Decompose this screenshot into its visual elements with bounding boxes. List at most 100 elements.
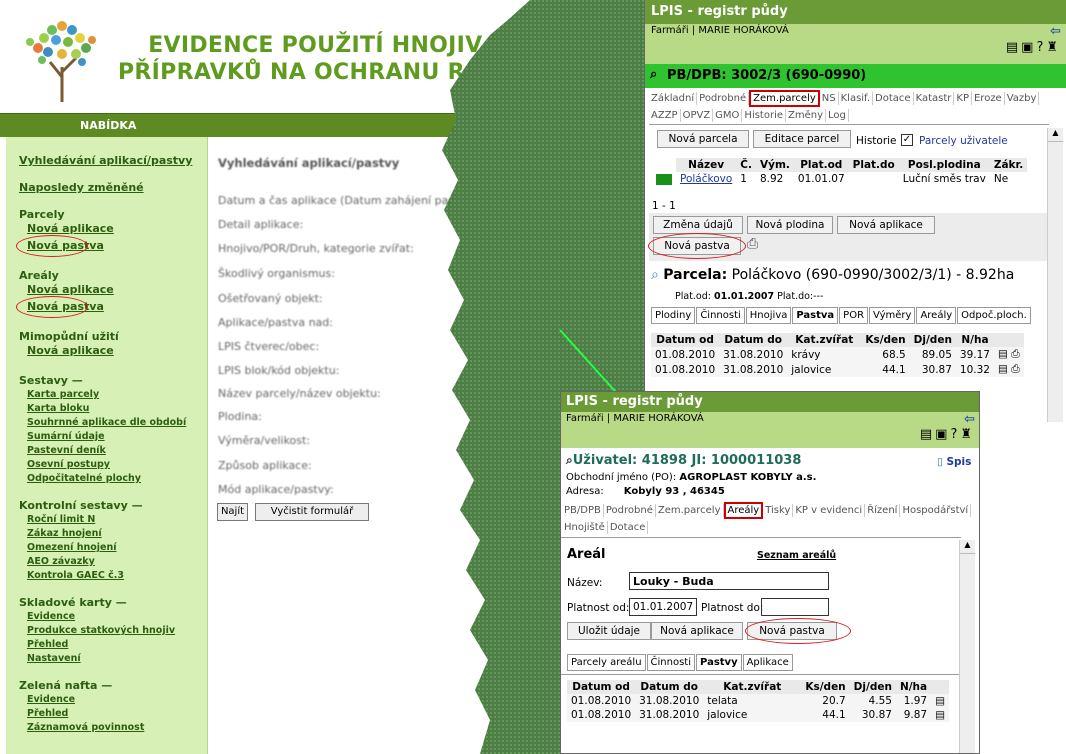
- detail-icon[interactable]: ▤: [998, 363, 1008, 375]
- valid-from-input[interactable]: 01.01.2007: [629, 598, 697, 616]
- tab[interactable]: KP v evidenci: [793, 504, 866, 517]
- subtab[interactable]: Plodiny: [651, 307, 696, 324]
- table-row[interactable]: 01.08.2010 31.08.2010 telata 20.7 4.55 1.97 ▤: [567, 694, 949, 708]
- tab[interactable]: Historie: [742, 109, 787, 122]
- tab[interactable]: Hnojiště: [562, 521, 608, 534]
- sidebar-link-kontrolni-3[interactable]: AEO závazky: [27, 556, 95, 567]
- valid-to-input[interactable]: [761, 598, 829, 616]
- tab[interactable]: Tisky: [763, 504, 794, 517]
- tab[interactable]: Podrobné: [697, 92, 750, 105]
- save-button[interactable]: Uložit údaje: [567, 622, 651, 640]
- back-arrow-icon[interactable]: ⇦: [1050, 24, 1061, 39]
- subtab[interactable]: Hnojiva: [745, 307, 792, 324]
- subtab[interactable]: Parcely areálu: [567, 654, 646, 671]
- tab[interactable]: Hospodářství: [900, 504, 972, 517]
- new-application-button[interactable]: Nová aplikace: [837, 216, 935, 234]
- sidebar-link-kontrolni-0[interactable]: Roční limit N: [27, 514, 95, 525]
- tab[interactable]: Zem.parcely: [656, 504, 724, 517]
- tab[interactable]: Řízení: [865, 504, 901, 517]
- new-application-button[interactable]: Nová aplikace: [651, 622, 743, 640]
- tab[interactable]: Katastr: [914, 92, 955, 105]
- person-icon[interactable]: ♜: [1046, 40, 1061, 55]
- sidebar-link-sklad-0[interactable]: Evidence: [27, 611, 75, 622]
- subtab[interactable]: Areály: [916, 307, 957, 324]
- sidebar-link-arealy-app[interactable]: Nová aplikace: [27, 283, 114, 296]
- tab-zem-parcely[interactable]: Zem.parcely: [749, 90, 820, 107]
- sidebar-link-sestavy-3[interactable]: Sumární údaje: [27, 431, 105, 442]
- sidebar-link-sestavy-5[interactable]: Osevní postupy: [27, 459, 110, 470]
- tab[interactable]: Eroze: [972, 92, 1005, 105]
- sidebar-link-kontrolni-1[interactable]: Zákaz hnojení: [27, 528, 102, 539]
- sidebar-link-kontrolni-4[interactable]: Kontrola GAEC č.3: [27, 570, 124, 581]
- vertical-scrollbar[interactable]: ▲: [959, 540, 975, 753]
- window-icon[interactable]: ▣: [935, 427, 950, 442]
- table-row[interactable]: 01.08.2010 31.08.2010 jalovice 44.1 30.87 10.…: [651, 362, 1024, 377]
- sidebar-link-sklad-3[interactable]: Nastavení: [27, 653, 81, 664]
- sidebar-link-sklad-1[interactable]: Produkce statkových hnojiv: [27, 625, 175, 636]
- detail-icon[interactable]: ▤: [931, 708, 949, 722]
- tab[interactable]: Základní: [649, 92, 698, 105]
- list-icon[interactable]: ▤: [920, 427, 935, 442]
- sidebar-heading-nafta[interactable]: Zelená nafta —: [19, 679, 112, 692]
- subtab-pastva[interactable]: Pastva: [792, 307, 839, 324]
- tab[interactable]: NS: [820, 92, 839, 105]
- user-parcels-link[interactable]: Parcely uživatele: [919, 135, 1008, 147]
- tab[interactable]: Klasif.: [839, 92, 874, 105]
- tab-arealy[interactable]: Areály: [723, 502, 764, 519]
- subtab-pastvy[interactable]: Pastvy: [696, 654, 742, 671]
- sidebar-heading-sestavy[interactable]: Sestavy —: [19, 374, 83, 387]
- help-icon[interactable]: ?: [950, 427, 960, 442]
- sidebar-heading-kontrolni[interactable]: Kontrolní sestavy —: [19, 499, 143, 512]
- detail-icon[interactable]: ▤: [998, 348, 1008, 360]
- new-crop-button[interactable]: Nová plodina: [747, 216, 833, 234]
- areal-list-link[interactable]: Seznam areálů: [757, 550, 836, 561]
- clear-form-button[interactable]: Vyčistit formulář: [255, 503, 369, 521]
- tab[interactable]: OPVZ: [681, 109, 714, 122]
- file-link[interactable]: ▯ Spis: [937, 456, 971, 468]
- sidebar-link-sestavy-1[interactable]: Karta bloku: [27, 403, 89, 414]
- sidebar-link-nafta-1[interactable]: Přehled: [27, 708, 68, 719]
- history-checkbox[interactable]: ✓: [901, 134, 913, 146]
- list-icon[interactable]: ▤: [1006, 40, 1021, 55]
- printer-icon[interactable]: ⎙: [747, 236, 758, 252]
- help-icon[interactable]: ?: [1036, 40, 1046, 55]
- tab[interactable]: PB/DPB: [562, 504, 604, 517]
- sidebar-link-sklad-2[interactable]: Přehled: [27, 639, 68, 650]
- person-icon[interactable]: ♜: [960, 427, 975, 442]
- scroll-up-arrow-icon[interactable]: ▲: [1048, 128, 1063, 142]
- vertical-scrollbar[interactable]: ▲: [1047, 128, 1063, 422]
- table-row[interactable]: 01.08.2010 31.08.2010 krávy 68.5 89.05 39.17 ▤…: [651, 347, 1024, 362]
- edit-parcels-button[interactable]: Editace parcel: [753, 130, 851, 148]
- tab[interactable]: Vazby: [1005, 92, 1040, 105]
- find-button[interactable]: Najít: [217, 503, 248, 521]
- subtab[interactable]: Činnosti: [646, 654, 696, 671]
- subtab[interactable]: Aplikace: [742, 654, 793, 671]
- tab[interactable]: Log: [826, 109, 849, 122]
- table-row[interactable]: 01.08.2010 31.08.2010 jalovice 44.1 30.87 9.8…: [567, 708, 949, 722]
- sidebar-link-kontrolni-2[interactable]: Omezení hnojení: [27, 542, 117, 553]
- scroll-up-arrow-icon[interactable]: ▲: [960, 540, 975, 554]
- sidebar-heading-sklad[interactable]: Skladové karty —: [19, 596, 127, 609]
- sidebar-link-nafta-2[interactable]: Záznamová povinnost: [27, 722, 144, 733]
- sidebar-link-sestavy-4[interactable]: Pastevní deník: [27, 445, 106, 456]
- sidebar-link-search[interactable]: Vyhledávání aplikací/pastvy: [19, 154, 192, 167]
- detail-icon[interactable]: ▤: [931, 694, 949, 708]
- table-row[interactable]: Poláčkovo 1 8.92 01.01.07 Luční směs tra…: [652, 172, 1027, 186]
- sidebar-link-sestavy-0[interactable]: Karta parcely: [27, 389, 99, 400]
- subtab[interactable]: POR: [839, 307, 869, 324]
- new-parcel-button[interactable]: Nová parcela: [657, 130, 749, 148]
- tab[interactable]: Podrobné: [604, 504, 656, 517]
- printer-icon[interactable]: ⎙: [1011, 363, 1019, 375]
- subtab[interactable]: Činnosti: [696, 307, 745, 324]
- tab[interactable]: GMO: [713, 109, 743, 122]
- tab[interactable]: Dotace: [873, 92, 914, 105]
- sidebar-link-parcely-app[interactable]: Nová aplikace: [27, 222, 114, 235]
- sidebar-link-mimo-app[interactable]: Nová aplikace: [27, 344, 114, 357]
- menu-label[interactable]: NABÍDKA: [80, 119, 136, 132]
- parcel-name-link[interactable]: Poláčkovo: [676, 172, 736, 186]
- tab[interactable]: Změny: [786, 109, 827, 122]
- change-data-button[interactable]: Změna údajů: [653, 216, 743, 234]
- tab[interactable]: AZZP: [649, 109, 681, 122]
- sidebar-link-recent[interactable]: Naposledy změněné: [19, 181, 144, 194]
- sidebar-link-sestavy-6[interactable]: Odpočitatelné plochy: [27, 473, 141, 484]
